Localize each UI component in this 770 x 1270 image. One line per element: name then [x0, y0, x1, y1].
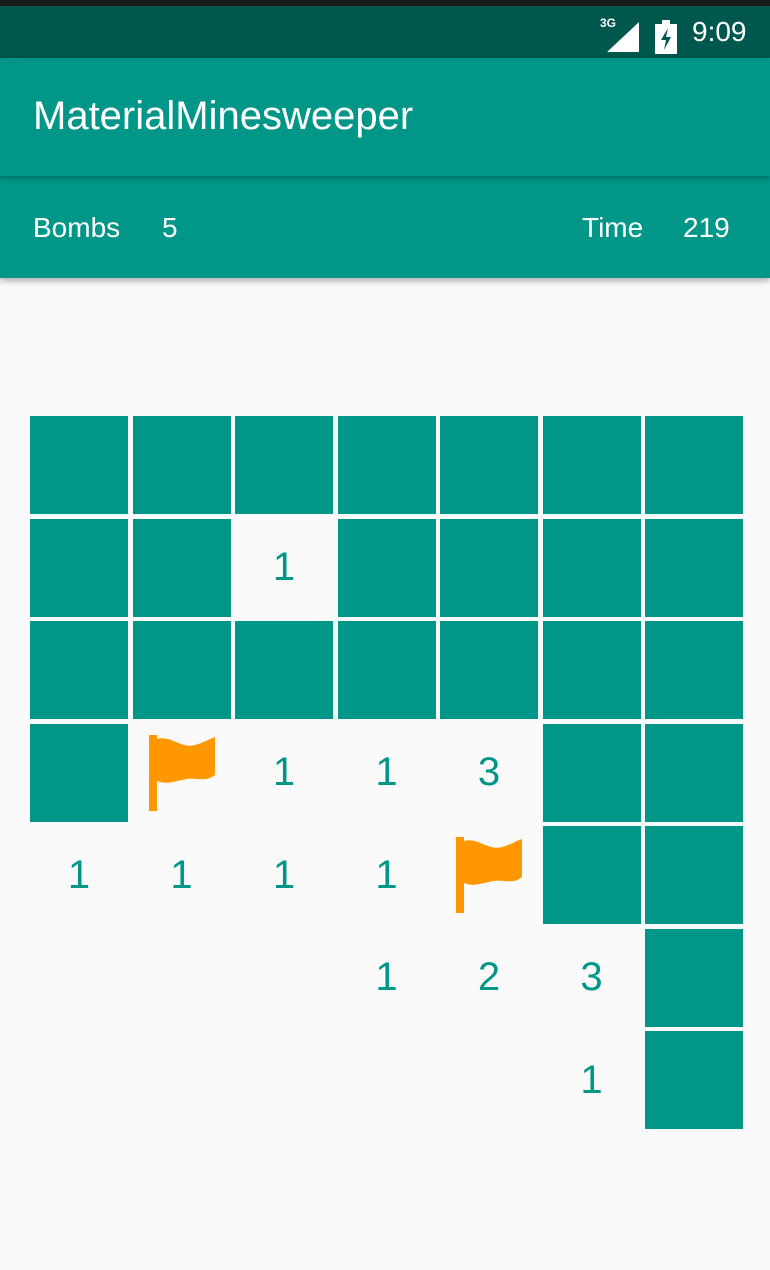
- covered-cell[interactable]: [30, 621, 128, 719]
- number-cell: 1: [338, 929, 436, 1027]
- covered-cell[interactable]: [440, 416, 538, 514]
- covered-cell[interactable]: [235, 621, 333, 719]
- status-bar: 3G 9:09: [0, 0, 770, 58]
- covered-cell[interactable]: [542, 416, 641, 514]
- empty-cell: [30, 929, 128, 1027]
- number-cell: 1: [235, 724, 333, 822]
- bombs-label: Bombs: [33, 212, 121, 243]
- covered-cell[interactable]: [542, 518, 641, 617]
- covered-cell[interactable]: [542, 621, 641, 719]
- battery-icon: [655, 20, 677, 54]
- covered-cell[interactable]: [30, 416, 128, 514]
- covered-cell[interactable]: [645, 416, 743, 514]
- covered-cell[interactable]: [645, 928, 743, 1027]
- covered-cell[interactable]: [337, 518, 436, 617]
- clock: 9:09: [692, 16, 747, 47]
- empty-cell: [235, 1031, 333, 1129]
- cell-number: 1: [375, 852, 398, 897]
- number-cell: 1: [543, 1031, 641, 1129]
- flag-icon: [148, 734, 215, 811]
- empty-cell: [30, 1031, 128, 1129]
- bombs-count: 5: [162, 212, 178, 243]
- number-cell: 1: [235, 826, 333, 924]
- covered-cell[interactable]: [132, 416, 231, 514]
- empty-cell: [133, 1031, 231, 1129]
- covered-cell[interactable]: [132, 621, 231, 719]
- covered-cell[interactable]: [645, 1031, 743, 1129]
- cell-number: 1: [170, 852, 193, 897]
- covered-cell[interactable]: [30, 518, 128, 617]
- signal-icon: [607, 22, 639, 52]
- cell-number: 1: [375, 750, 398, 794]
- cell-number: 1: [580, 1057, 603, 1102]
- covered-cell[interactable]: [645, 621, 743, 719]
- cell-number: 1: [272, 545, 296, 589]
- number-cell: 3: [440, 724, 538, 822]
- empty-cell: [440, 1031, 538, 1129]
- minefield-board: 1 1 1 3 1 1 1 1 1 2 3 1: [30, 416, 743, 1132]
- cell-number: 3: [477, 750, 501, 794]
- flagged-cell[interactable]: [133, 724, 231, 822]
- game-info-bar: Bombs 5 Time 219: [0, 176, 770, 278]
- time-label: Time: [582, 212, 644, 243]
- covered-cell[interactable]: [440, 621, 538, 719]
- number-cell: 3: [543, 929, 641, 1027]
- flag-icon: [456, 837, 522, 913]
- covered-cell[interactable]: [542, 723, 641, 822]
- covered-cell[interactable]: [645, 826, 743, 924]
- time-count: 219: [683, 212, 730, 243]
- number-cell: 1: [30, 826, 128, 924]
- covered-cell[interactable]: [337, 621, 436, 719]
- covered-cell[interactable]: [645, 723, 743, 822]
- cell-number: 2: [477, 955, 501, 999]
- flagged-cell[interactable]: [440, 826, 538, 924]
- number-cell: 1: [133, 826, 231, 924]
- cell-number: 1: [375, 955, 398, 999]
- cell-number: 1: [272, 852, 296, 897]
- empty-cell: [133, 929, 231, 1027]
- cell-number: 1: [67, 852, 91, 897]
- number-cell: 1: [338, 826, 436, 924]
- cell-number: 1: [272, 750, 296, 794]
- empty-cell: [338, 1031, 436, 1129]
- number-cell: 1: [235, 519, 333, 617]
- covered-cell[interactable]: [337, 416, 436, 514]
- empty-cell: [235, 929, 333, 1027]
- covered-cell[interactable]: [235, 416, 333, 514]
- covered-cell[interactable]: [440, 518, 538, 617]
- covered-cell[interactable]: [132, 518, 231, 617]
- cell-number: 3: [580, 955, 603, 999]
- app-title: MaterialMinesweeper: [33, 94, 414, 138]
- number-cell: 1: [338, 724, 436, 822]
- number-cell: 2: [440, 929, 538, 1027]
- covered-cell[interactable]: [645, 518, 743, 617]
- app-bar: MaterialMinesweeper: [0, 58, 770, 176]
- covered-cell[interactable]: [542, 826, 641, 924]
- covered-cell[interactable]: [30, 723, 128, 822]
